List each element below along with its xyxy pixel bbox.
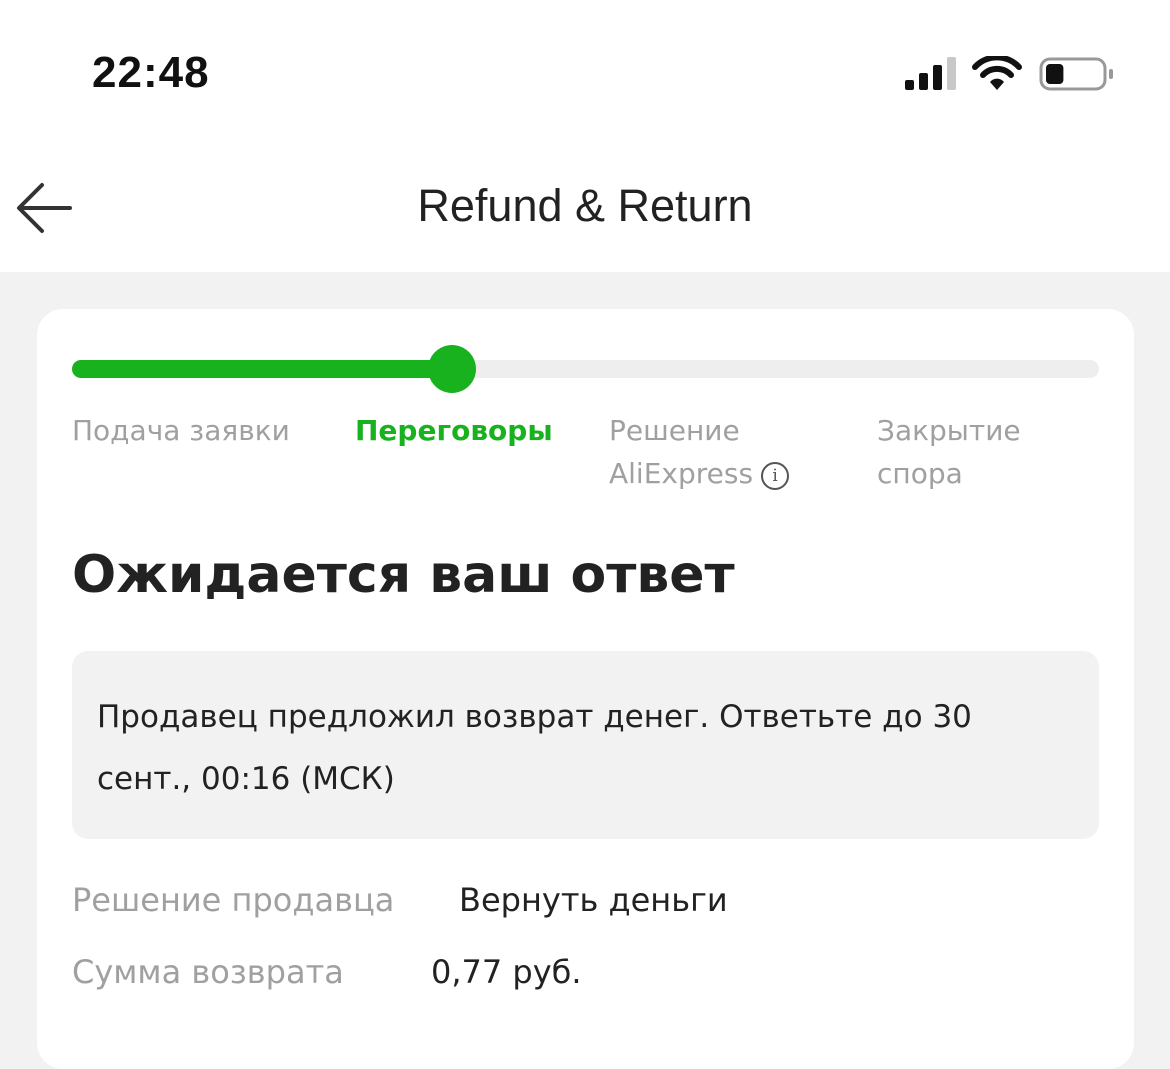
status-heading: Ожидается ваш ответ (72, 545, 735, 605)
detail-label: Решение продавца (72, 881, 395, 919)
battery-icon (1039, 57, 1113, 91)
step-submit-request: Подача заявки (72, 409, 290, 452)
detail-label: Сумма возврата (72, 953, 344, 991)
progress-knob (427, 345, 476, 393)
step-label: Переговоры (355, 414, 553, 447)
step-label-line2: AliExpress (609, 457, 754, 490)
detail-value: 0,77 руб. (431, 953, 582, 991)
status-bar: 22:48 (0, 0, 1170, 150)
wifi-icon (972, 54, 1022, 90)
top-app-bar: Refund & Return (0, 150, 1170, 272)
dispute-card: Подача заявки Переговоры Решение AliExpr… (37, 309, 1134, 1069)
notice-box: Продавец предложил возврат денег. Ответь… (72, 651, 1099, 839)
step-label-line1: Закрытие (877, 414, 1021, 447)
step-aliexpress-decision: Решение AliExpress i (609, 409, 790, 495)
progress-fill (72, 360, 452, 378)
detail-value: Вернуть деньги (459, 881, 728, 919)
status-icons (905, 54, 1115, 92)
step-label: Подача заявки (72, 414, 290, 447)
notice-text: Продавец предложил возврат денег. Ответь… (97, 699, 972, 797)
page-title: Refund & Return (417, 180, 753, 231)
step-close-dispute: Закрытие спора (877, 409, 1021, 495)
step-negotiation: Переговоры (355, 409, 553, 452)
cellular-signal-icon (905, 57, 956, 90)
info-icon[interactable]: i (761, 462, 790, 490)
step-label-line1: Решение (609, 414, 740, 447)
status-time: 22:48 (92, 48, 210, 97)
step-label-line2: спора (877, 457, 963, 490)
